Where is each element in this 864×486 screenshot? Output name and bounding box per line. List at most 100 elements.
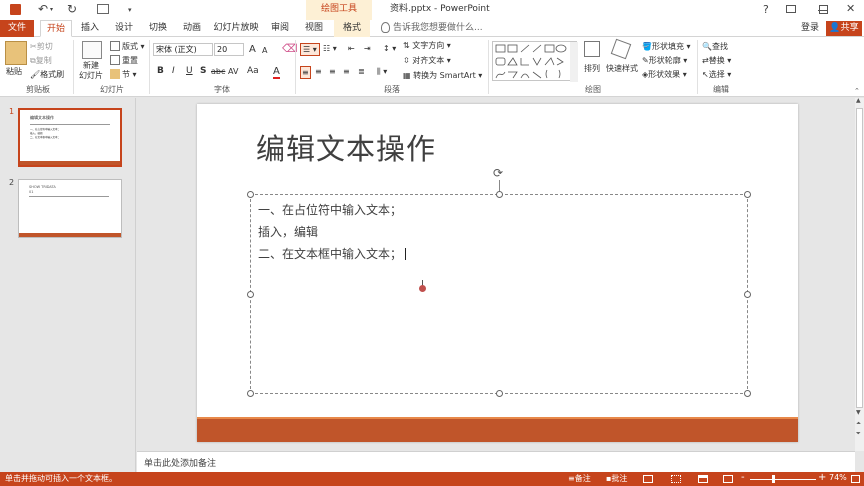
text-direction-button[interactable]: ⇅ 文字方向 ▾: [403, 40, 451, 51]
arrange-button[interactable]: 排列: [584, 63, 600, 74]
zoom-slider-track[interactable]: [750, 479, 816, 480]
format-painter-button[interactable]: 🖌格式刷: [30, 69, 64, 80]
tab-view[interactable]: 视图: [298, 20, 330, 37]
italic-button[interactable]: I: [172, 66, 175, 77]
decrease-indent-icon[interactable]: ⇤: [348, 43, 355, 54]
resize-handle[interactable]: [744, 390, 751, 397]
tab-slideshow[interactable]: 幻灯片放映: [210, 20, 262, 37]
bold-button[interactable]: B: [157, 66, 164, 77]
notes-toggle-button[interactable]: ≡备注: [568, 473, 591, 484]
slideshow-view-icon[interactable]: [723, 475, 733, 483]
redo-icon[interactable]: ↻: [67, 2, 77, 16]
body-textbox[interactable]: 一、在占位符中输入文本； 插入，编辑 二、在文本框中输入文本；: [250, 194, 748, 394]
slide-thumbnail-1[interactable]: 编辑文本操作 一、在占位符中输入文本； 插入，编辑 二、在文本框中输入文本；: [18, 108, 122, 167]
ribbon-display-icon[interactable]: [786, 5, 796, 13]
shrink-font-icon[interactable]: A: [262, 45, 267, 56]
resize-handle[interactable]: [247, 191, 254, 198]
rotate-handle-icon[interactable]: ⟳: [493, 166, 503, 180]
maximize-icon[interactable]: [819, 5, 828, 14]
replace-button[interactable]: ⇄替换 ▾: [702, 55, 731, 66]
tab-file[interactable]: 文件: [0, 20, 34, 37]
slideshow-from-start-icon[interactable]: [97, 4, 109, 14]
paste-icon[interactable]: [5, 41, 27, 65]
vertical-scrollbar[interactable]: ▲ ▼ ⏶ ⏷: [855, 97, 864, 451]
resize-handle[interactable]: [247, 291, 254, 298]
resize-handle[interactable]: [247, 390, 254, 397]
signin-link[interactable]: 登录: [797, 20, 823, 37]
slide-title[interactable]: 编辑文本操作: [256, 126, 436, 168]
prev-slide-icon[interactable]: ⏶: [856, 420, 861, 428]
shadow-button[interactable]: S: [200, 66, 206, 77]
scroll-thumb[interactable]: [856, 108, 863, 408]
help-icon[interactable]: ?: [763, 3, 769, 16]
shape-fill-button[interactable]: 🪣形状填充 ▾: [642, 41, 691, 52]
underline-button[interactable]: U: [186, 66, 193, 77]
reading-view-icon[interactable]: [698, 475, 708, 483]
align-right-icon[interactable]: ≡: [329, 66, 336, 77]
body-text[interactable]: 一、在占位符中输入文本； 插入，编辑 二、在文本框中输入文本；: [258, 199, 407, 265]
distributed-icon[interactable]: ≣: [358, 66, 365, 77]
normal-view-icon[interactable]: [643, 475, 653, 483]
new-slide-icon[interactable]: [82, 41, 102, 59]
cut-button[interactable]: ✂剪切: [30, 41, 53, 52]
increase-indent-icon[interactable]: ⇥: [364, 43, 371, 54]
tab-design[interactable]: 设计: [108, 20, 140, 37]
align-text-button[interactable]: ⇳ 对齐文本 ▾: [403, 55, 451, 66]
customize-qat-icon[interactable]: ▾: [128, 6, 132, 14]
new-slide-button[interactable]: 新建 幻灯片: [79, 61, 103, 81]
arrange-icon[interactable]: [584, 41, 600, 57]
shape-outline-button[interactable]: ✎形状轮廓 ▾: [642, 55, 687, 66]
reset-button[interactable]: 重置: [110, 55, 138, 66]
char-spacing-button[interactable]: AV: [228, 66, 238, 77]
align-left-icon[interactable]: ≡: [300, 66, 311, 79]
zoom-slider-thumb[interactable]: [772, 475, 775, 483]
columns-icon[interactable]: ⫼ ▾: [377, 66, 387, 77]
tab-home[interactable]: 开始: [40, 20, 72, 37]
comments-toggle-button[interactable]: ▪批注: [606, 473, 627, 484]
strikethrough-button[interactable]: abc: [211, 66, 225, 77]
slide-sorter-icon[interactable]: [671, 475, 681, 483]
slide-thumbnail-2[interactable]: SHOW TRIDATA 01: [18, 179, 122, 238]
resize-handle[interactable]: [744, 291, 751, 298]
paste-button[interactable]: 粘贴: [6, 66, 22, 77]
notes-pane[interactable]: 单击此处添加备注: [137, 451, 855, 472]
resize-handle[interactable]: [496, 191, 503, 198]
section-button[interactable]: 节 ▾: [110, 69, 137, 80]
zoom-out-button[interactable]: -: [741, 472, 745, 483]
change-case-button[interactable]: Aa: [247, 66, 259, 77]
save-icon[interactable]: [10, 4, 21, 15]
collapse-ribbon-icon[interactable]: ⌃: [854, 87, 860, 95]
font-size-combo[interactable]: 20: [214, 43, 244, 56]
undo-icon[interactable]: ↶: [38, 2, 48, 16]
quick-styles-button[interactable]: 快速样式: [606, 63, 638, 74]
font-name-combo[interactable]: 宋体 (正文): [153, 43, 213, 56]
find-button[interactable]: 🔍查找: [702, 41, 728, 52]
tell-me-input[interactable]: 告诉我您想要做什么...: [393, 20, 503, 37]
bullets-button[interactable]: ☰ ▾: [300, 43, 320, 56]
next-slide-icon[interactable]: ⏷: [856, 430, 861, 438]
scroll-up-icon[interactable]: ▲: [856, 97, 861, 104]
line-spacing-icon[interactable]: ↕ ▾: [383, 43, 396, 54]
resize-handle[interactable]: [496, 390, 503, 397]
select-button[interactable]: ↖选择 ▾: [702, 69, 731, 80]
zoom-level[interactable]: 74%: [829, 473, 847, 482]
share-button[interactable]: 👤共享: [826, 21, 862, 36]
smartart-button[interactable]: ▦ 转换为 SmartArt ▾: [403, 70, 482, 81]
shapes-gallery[interactable]: [492, 41, 578, 82]
fit-slide-icon[interactable]: [851, 475, 860, 483]
quick-styles-icon[interactable]: [610, 38, 632, 60]
justify-icon[interactable]: ≡: [343, 66, 350, 77]
layout-button[interactable]: 版式 ▾: [110, 41, 145, 52]
close-icon[interactable]: ✕: [846, 2, 855, 15]
grow-font-icon[interactable]: A: [249, 44, 256, 55]
align-center-icon[interactable]: ≡: [315, 66, 322, 77]
shape-effects-button[interactable]: ◈形状效果 ▾: [642, 69, 687, 80]
tab-insert[interactable]: 插入: [74, 20, 106, 37]
scroll-down-icon[interactable]: ▼: [856, 409, 861, 416]
copy-button[interactable]: ⧉复制: [30, 55, 52, 66]
zoom-in-button[interactable]: +: [818, 472, 826, 483]
tab-transitions[interactable]: 切换: [142, 20, 174, 37]
undo-dropdown-icon[interactable]: ▾: [50, 6, 53, 13]
resize-handle[interactable]: [744, 191, 751, 198]
tab-format[interactable]: 格式: [334, 20, 370, 37]
